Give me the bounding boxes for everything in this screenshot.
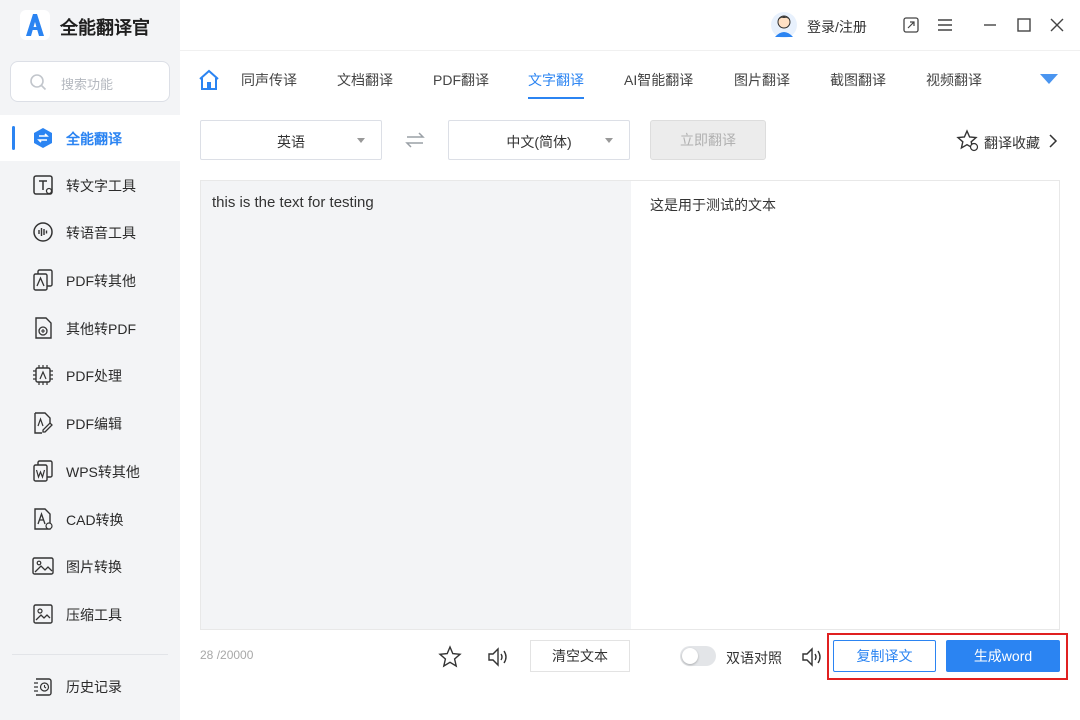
sidebar-item-pdf-convert[interactable]: PDF转其他 xyxy=(0,257,180,303)
source-language-value: 英语 xyxy=(277,134,305,150)
close-icon[interactable] xyxy=(1047,15,1067,35)
target-language-value: 中文(简体) xyxy=(506,134,572,150)
voice-tool-icon xyxy=(33,222,53,242)
source-text-area[interactable]: this is the text for testing xyxy=(201,181,631,629)
sidebar-item-label: WPS转其他 xyxy=(66,464,140,480)
menu-icon[interactable] xyxy=(935,15,955,35)
pdf-process-icon xyxy=(33,365,53,385)
chevron-right-icon xyxy=(1049,134,1058,148)
app-title: 全能翻译官 xyxy=(60,18,150,38)
source-speaker-icon[interactable] xyxy=(486,645,510,669)
sidebar-item-label: 全能翻译 xyxy=(66,131,122,147)
wps-convert-icon xyxy=(33,460,53,482)
tabs-expand-icon[interactable] xyxy=(1039,72,1059,86)
cad-convert-icon xyxy=(34,508,53,530)
target-text: 这是用于测试的文本 xyxy=(650,197,776,213)
tab-screenshot[interactable]: 截图翻译 xyxy=(830,70,886,90)
source-language-select[interactable]: 英语 xyxy=(200,120,382,160)
chevron-down-icon xyxy=(605,138,613,143)
source-text: this is the text for testing xyxy=(212,194,374,211)
tab-image[interactable]: 图片翻译 xyxy=(734,70,790,90)
tab-text[interactable]: 文字翻译 xyxy=(528,70,584,90)
sidebar-item-to-pdf[interactable]: 其他转PDF xyxy=(0,305,180,351)
sidebar-divider xyxy=(12,654,168,655)
chevron-down-icon xyxy=(357,138,365,143)
sidebar-item-pdf-process[interactable]: PDF处理 xyxy=(0,352,180,398)
copy-translation-button[interactable]: 复制译文 xyxy=(833,640,936,672)
text-tool-icon xyxy=(33,175,53,195)
char-count-value: 28 xyxy=(200,648,214,662)
sidebar-item-pdf-edit[interactable]: PDF编辑 xyxy=(0,400,180,446)
swap-languages-icon[interactable] xyxy=(404,131,426,149)
tab-pdf[interactable]: PDF翻译 xyxy=(433,70,489,90)
sidebar-item-label: CAD转换 xyxy=(66,512,124,528)
tab-simultaneous[interactable]: 同声传译 xyxy=(241,70,297,90)
tab-ai[interactable]: AI智能翻译 xyxy=(624,70,693,90)
login-register-link[interactable]: 登录/注册 xyxy=(807,17,867,37)
sidebar-item-label: 转文字工具 xyxy=(66,178,136,194)
image-convert-icon xyxy=(32,557,54,575)
sidebar-item-compress[interactable]: 压缩工具 xyxy=(0,591,180,637)
tab-video[interactable]: 视频翻译 xyxy=(926,70,982,90)
star-settings-icon xyxy=(956,129,979,152)
translate-now-button[interactable]: 立即翻译 xyxy=(650,120,766,160)
active-tab-indicator xyxy=(528,97,584,99)
sidebar-item-wps-convert[interactable]: WPS转其他 xyxy=(0,448,180,494)
sidebar-item-voice-tool[interactable]: 转语音工具 xyxy=(0,209,180,255)
translate-icon xyxy=(34,128,52,148)
sidebar-item-history[interactable]: 历史记录 xyxy=(0,663,180,709)
favorites-label: 翻译收藏 xyxy=(984,135,1040,151)
sidebar-item-label: PDF编辑 xyxy=(66,416,122,432)
avatar[interactable] xyxy=(770,11,798,39)
maximize-icon[interactable] xyxy=(1014,15,1034,35)
to-pdf-icon xyxy=(35,317,52,339)
bilingual-toggle[interactable] xyxy=(680,646,716,666)
mini-mode-icon[interactable] xyxy=(901,15,921,35)
search-icon xyxy=(30,74,47,91)
sidebar-item-label: 转语音工具 xyxy=(66,225,136,241)
pdf-convert-icon xyxy=(33,269,53,291)
target-text-area[interactable]: 这是用于测试的文本 xyxy=(631,181,1059,629)
pdf-edit-icon xyxy=(34,412,53,434)
sidebar-item-all-translate[interactable]: 全能翻译 xyxy=(0,115,180,161)
search-placeholder: 搜索功能 xyxy=(61,77,114,92)
sidebar-item-image-convert[interactable]: 图片转换 xyxy=(0,543,180,589)
favorite-star-icon[interactable] xyxy=(438,645,462,669)
sidebar-item-text-tool[interactable]: 转文字工具 xyxy=(0,162,180,208)
sidebar-item-label: 图片转换 xyxy=(66,559,122,575)
bilingual-label: 双语对照 xyxy=(726,650,782,666)
app-logo-icon xyxy=(20,10,50,40)
home-icon[interactable] xyxy=(198,69,220,91)
sidebar-item-label: 压缩工具 xyxy=(66,607,122,623)
sidebar-item-label: 历史记录 xyxy=(66,679,122,695)
search-input[interactable]: 搜索功能 xyxy=(10,61,170,102)
minimize-icon[interactable] xyxy=(980,15,1000,35)
char-limit: /20000 xyxy=(213,648,254,662)
tab-document[interactable]: 文档翻译 xyxy=(337,70,393,90)
sidebar-item-label: PDF处理 xyxy=(66,368,122,384)
compress-icon xyxy=(33,604,53,624)
generate-word-button[interactable]: 生成word xyxy=(946,640,1060,672)
header-divider xyxy=(180,50,1080,51)
history-icon xyxy=(34,678,52,696)
toggle-knob xyxy=(682,648,698,664)
sidebar-item-label: PDF转其他 xyxy=(66,273,136,289)
target-language-select[interactable]: 中文(简体) xyxy=(448,120,630,160)
translation-panels: this is the text for testing 这是用于测试的文本 xyxy=(200,180,1060,630)
sidebar: 全能翻译官 搜索功能 全能翻译 转文字工具 转语音工具 PDF转其他 其他转PD… xyxy=(0,0,180,720)
sidebar-item-cad-convert[interactable]: CAD转换 xyxy=(0,496,180,542)
sidebar-item-label: 其他转PDF xyxy=(66,321,136,337)
target-speaker-icon[interactable] xyxy=(800,645,824,669)
character-count: 28 /20000 xyxy=(200,648,253,662)
clear-text-button[interactable]: 清空文本 xyxy=(530,640,630,672)
